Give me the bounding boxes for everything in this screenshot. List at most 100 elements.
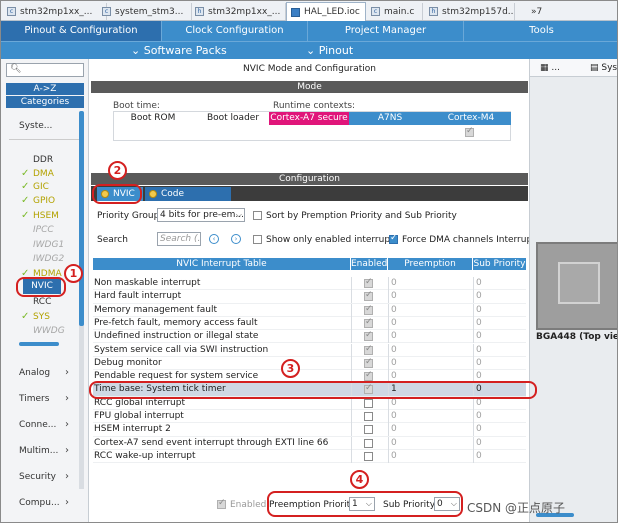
component-ipcc[interactable]: IPCC (33, 225, 54, 235)
interrupt-name: RCC global interrupt (94, 397, 186, 408)
priority-group-select[interactable]: 4 bits for pre-em... ⌵ (157, 208, 245, 222)
search-prev-icon[interactable]: ‹ (209, 234, 219, 244)
component-dma[interactable]: DMA (33, 169, 54, 179)
categories-button[interactable]: Categories (6, 96, 84, 108)
interrupt-enabled-checkbox[interactable] (364, 317, 373, 328)
interrupt-enabled-checkbox[interactable] (364, 344, 373, 355)
force-dma-checkbox[interactable] (389, 233, 398, 244)
interrupt-enabled-checkbox[interactable] (364, 370, 373, 382)
component-gic[interactable]: GIC (33, 182, 49, 192)
highlight-nvic (16, 277, 66, 297)
pinout-view-tab[interactable]: ▦ ... (540, 63, 560, 73)
interrupt-enabled-checkbox[interactable] (364, 357, 373, 368)
chevron-right-icon: › (65, 367, 69, 378)
table-row[interactable]: Memory management fault 0 0 (93, 303, 526, 317)
interrupt-enabled-checkbox[interactable] (364, 412, 373, 421)
tab-tools[interactable]: Tools (464, 21, 617, 41)
interrupt-enabled-checkbox[interactable] (364, 277, 373, 288)
table-row[interactable]: Hard fault interrupt 0 0 (93, 290, 526, 304)
tab-code-generation[interactable]: Code generation (145, 187, 231, 213)
nvic-config-panel: NVIC Mode and Configuration Mode Boot ti… (91, 59, 540, 522)
interrupt-enabled-checkbox[interactable] (364, 398, 373, 408)
chevron-right-icon: › (65, 445, 69, 456)
show-enabled-checkbox[interactable] (253, 235, 262, 244)
component-rcc[interactable]: RCC (33, 297, 51, 307)
component-ddr[interactable]: DDR (33, 155, 53, 165)
watermark: CSDN @正点原子 (467, 501, 566, 515)
table-row[interactable]: Cortex-A7 send event interrupt through E… (93, 436, 526, 450)
cell-divider (473, 330, 474, 344)
editor-tab[interactable]: c main.c (367, 3, 423, 20)
preemption-value: 0 (391, 357, 397, 368)
left-scrollbar-thumb[interactable] (79, 111, 84, 326)
cell-divider (473, 343, 474, 357)
annotation-1: 1 (64, 264, 83, 283)
search-next-icon[interactable]: › (231, 234, 241, 244)
enabled-checkbox[interactable] (217, 498, 226, 509)
category-system[interactable]: Syste... (19, 121, 52, 131)
preemption-value: 0 (391, 450, 397, 461)
table-row[interactable]: Debug monitor 0 0 (93, 356, 526, 371)
editor-tab-active[interactable]: HAL_LED.ioc✕ (286, 2, 366, 21)
tab-clock-configuration[interactable]: Clock Configuration (162, 21, 308, 41)
tab-project-manager[interactable]: Project Manager (308, 21, 464, 41)
cell-divider (473, 277, 474, 290)
interrupt-enabled-checkbox[interactable] (364, 451, 373, 461)
sort-priority-checkbox[interactable] (253, 211, 262, 220)
editor-tab[interactable]: h stm32mp1xx_... (191, 3, 286, 20)
editor-tab[interactable]: c stm32mp1xx_... (3, 3, 107, 20)
component-iwdg2[interactable]: IWDG2 (33, 254, 64, 264)
horizontal-scroll-thumb[interactable] (19, 342, 59, 346)
table-row[interactable]: Non maskable interrupt 0 0 (93, 277, 526, 291)
system-view-tab[interactable]: ▤ Syst (590, 63, 617, 73)
table-row[interactable]: System service call via SWI instruction 0… (93, 343, 526, 357)
sub-priority-value: 0 (476, 371, 482, 382)
interrupt-name: Pendable request for system service (94, 371, 259, 382)
sort-az-button[interactable]: A->Z (6, 83, 84, 95)
component-gpio[interactable]: GPIO (33, 196, 55, 206)
cell-divider (351, 436, 352, 450)
component-search-input[interactable]: 🔍︎ (6, 63, 84, 77)
chevron-down-icon: ⌵ (235, 210, 242, 219)
interrupt-enabled-checkbox[interactable] (364, 304, 373, 315)
component-sys[interactable]: SYS (33, 312, 50, 322)
table-row[interactable]: FPU global interrupt 0 0 (93, 410, 526, 424)
interrupt-enabled-checkbox[interactable] (364, 330, 373, 342)
category-connectivity[interactable]: Conne... › (19, 419, 69, 430)
table-row[interactable]: Undefined instruction or illegal state 0 0 (93, 330, 526, 344)
editor-tab[interactable]: h stm32mp157d... (425, 3, 515, 20)
editor-tab[interactable]: c system_stm3... (98, 3, 192, 20)
sub-priority-value: 0 (476, 411, 482, 421)
close-icon[interactable]: ✕ (364, 7, 365, 17)
pinout-menu[interactable]: ⌄ Pinout (306, 42, 353, 60)
pinout-view-panel: ▦ ... ▤ Syst BGA448 (Top vie (529, 59, 617, 522)
chevron-right-icon: › (65, 497, 69, 508)
mcu-package-image[interactable] (536, 242, 617, 330)
category-timers[interactable]: Timers › (19, 393, 69, 404)
interrupt-enabled-checkbox[interactable] (364, 438, 373, 448)
software-packs-menu[interactable]: ⌄ Software Packs (131, 42, 227, 60)
more-tabs-button[interactable]: »7 (527, 3, 551, 20)
c-file-icon: c (102, 7, 111, 16)
table-row[interactable]: Pre-fetch fault, memory access fault 0 0 (93, 316, 526, 331)
table-row[interactable]: RCC wake-up interrupt 0 0 (93, 449, 526, 464)
interrupt-search-input[interactable]: Search (... (157, 232, 201, 246)
cell-divider (473, 449, 474, 463)
chevron-down-icon: ⌄ (131, 44, 144, 57)
interrupt-enabled-checkbox[interactable] (364, 425, 373, 435)
category-multimedia[interactable]: Multim... › (19, 445, 69, 456)
cortex-m4-checkbox[interactable] (465, 126, 474, 137)
component-wwdg[interactable]: WWDG (33, 326, 65, 336)
view-tabs: ▦ ... ▤ Syst (530, 59, 617, 77)
category-computing[interactable]: Compu... › (19, 497, 69, 508)
table-row[interactable]: HSEM interrupt 2 0 0 (93, 423, 526, 437)
category-analog[interactable]: Analog › (19, 367, 69, 378)
interrupt-enabled-checkbox[interactable] (364, 290, 373, 302)
category-security[interactable]: Security › (19, 471, 69, 482)
check-icon: ✓ (21, 195, 30, 206)
component-iwdg1[interactable]: IWDG1 (33, 240, 64, 250)
component-hsem[interactable]: HSEM (33, 211, 59, 221)
cell-divider (388, 316, 389, 330)
stm32cubeide-window: c stm32mp1xx_... c system_stm3... h stm32mp… (0, 0, 618, 523)
tab-pinout-configuration[interactable]: Pinout & Configuration (1, 21, 162, 41)
